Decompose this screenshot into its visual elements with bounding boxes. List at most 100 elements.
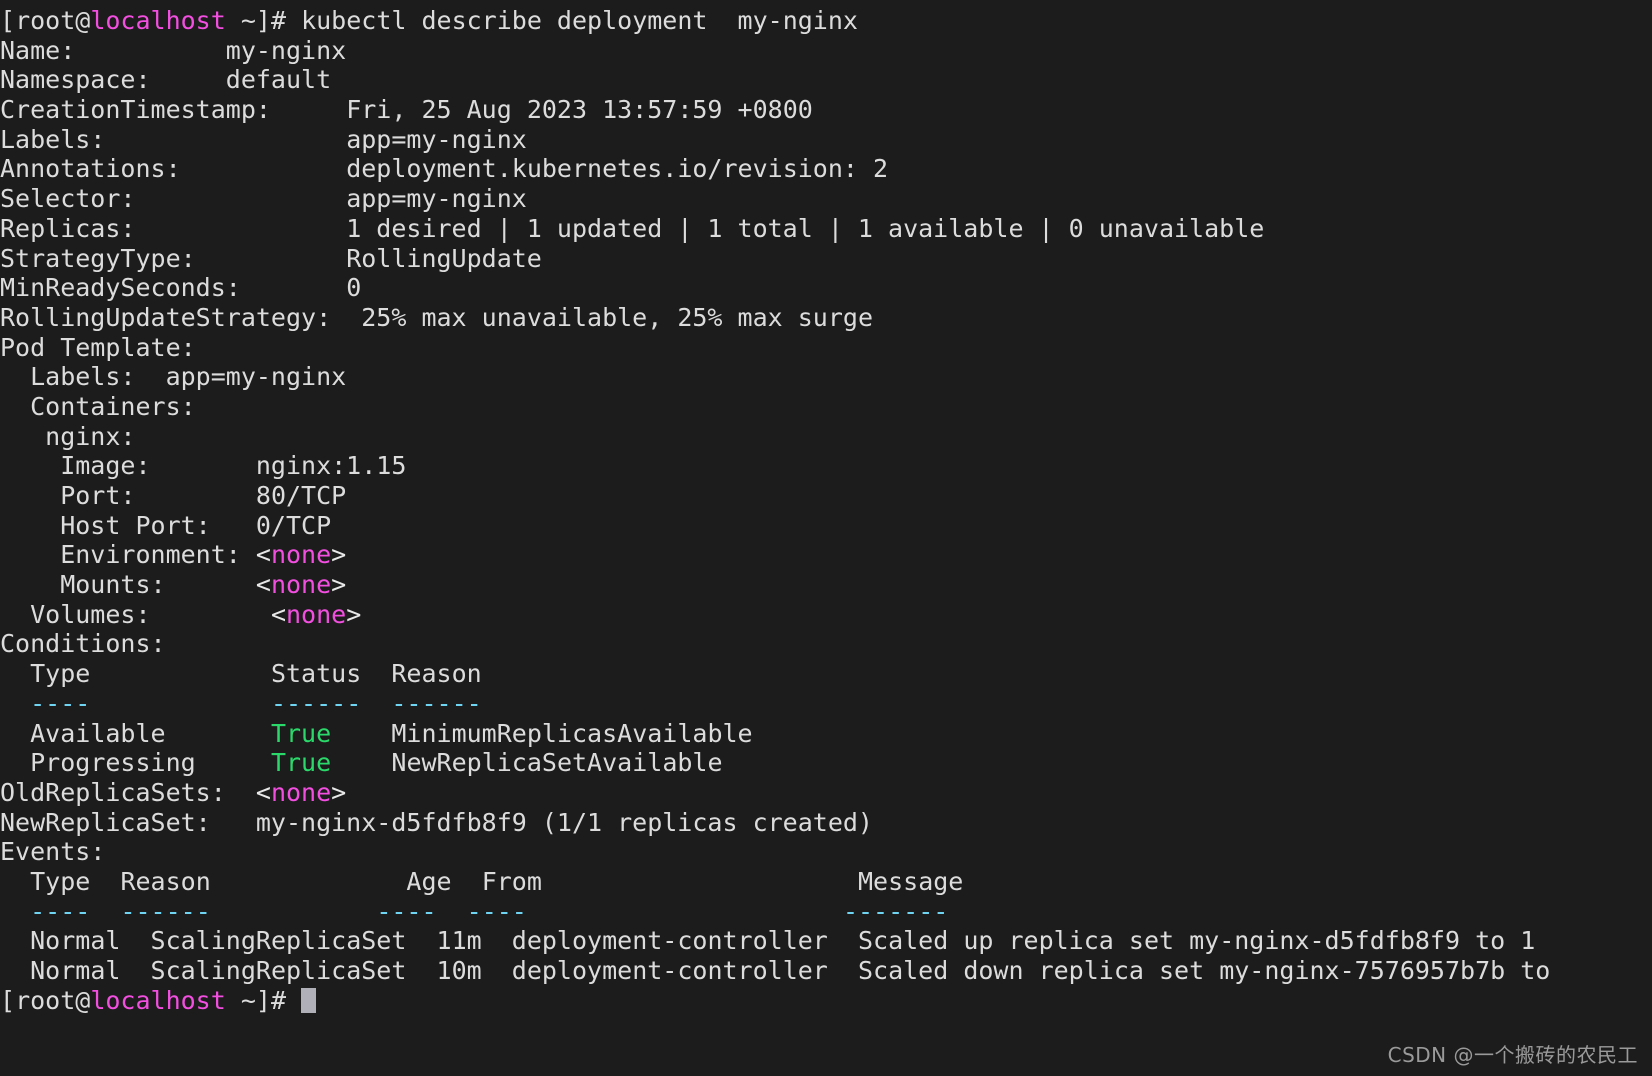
conditions-table-row: Progressing True NewReplicaSetAvailable xyxy=(0,748,1652,778)
condition-reason: MinimumReplicasAvailable xyxy=(391,718,753,748)
conditions-col-status: Status xyxy=(270,659,362,689)
pad xyxy=(75,36,226,65)
csdn-watermark: CSDN @一个搬砖的农民工 xyxy=(1387,1043,1638,1067)
pad xyxy=(226,778,256,807)
pad xyxy=(90,689,271,718)
output-line-labels: Labels: app=my-nginx xyxy=(0,125,1652,155)
field-value-name: my-nginx xyxy=(225,35,347,65)
output-line-selector: Selector: app=my-nginx xyxy=(0,184,1652,214)
field-value-selector: app=my-nginx xyxy=(346,184,527,214)
event-from: deployment-controller xyxy=(511,926,828,956)
container-name-nginx: nginx: xyxy=(0,421,136,451)
pad xyxy=(90,867,120,896)
prompt-host: localhost xyxy=(90,6,226,35)
pad xyxy=(105,125,346,154)
field-value-labels: app=my-nginx xyxy=(346,124,527,154)
field-key-creationtimestamp: CreationTimestamp: xyxy=(0,95,271,125)
output-line-mounts: Mounts: <none> xyxy=(0,570,1652,600)
pad xyxy=(151,65,226,94)
pad xyxy=(181,154,347,183)
pad xyxy=(0,897,30,926)
command-line: [root@localhost ~]# kubectl describe dep… xyxy=(0,6,1652,36)
pad xyxy=(120,956,150,985)
output-line-creationtimestamp: CreationTimestamp: Fri, 25 Aug 2023 13:5… xyxy=(0,95,1652,125)
section-header-pod-template: Pod Template: xyxy=(0,332,196,362)
angle-open-icon: < xyxy=(255,540,271,570)
prompt-path: ~]# xyxy=(225,985,302,1015)
condition-status: True xyxy=(270,718,332,748)
angle-open-icon: < xyxy=(270,599,286,629)
prompt-bracket: [ xyxy=(0,6,16,35)
field-value-rollingupdatestrategy: 25% max unavailable, 25% max surge xyxy=(361,302,873,332)
field-key-mounts: Mounts: xyxy=(0,570,166,600)
pad xyxy=(0,926,30,955)
output-line-name: Name: my-nginx xyxy=(0,36,1652,66)
field-value-image: nginx:1.15 xyxy=(255,451,407,481)
output-line-pod-template: Pod Template: xyxy=(0,333,1652,363)
pad xyxy=(241,273,346,302)
field-value-creationtimestamp: Fri, 25 Aug 2023 13:57:59 +0800 xyxy=(346,95,813,125)
output-line-events: Events: xyxy=(0,837,1652,867)
events-table-row: Normal ScalingReplicaSet 10m deployment-… xyxy=(0,956,1652,986)
section-header-containers: Containers: xyxy=(0,391,196,421)
field-value-minreadyseconds: 0 xyxy=(346,273,362,303)
pad xyxy=(0,719,30,748)
rule-message: ------- xyxy=(842,896,949,926)
angle-close-icon: > xyxy=(331,570,347,600)
pad xyxy=(361,659,391,688)
prompt-bracket: [ xyxy=(0,985,16,1015)
angle-open-icon: < xyxy=(255,777,271,807)
field-key-namespace: Namespace: xyxy=(0,65,151,95)
field-key-image: Image: xyxy=(0,451,151,481)
field-key-strategytype: StrategyType: xyxy=(0,243,196,273)
field-key-volumes: Volumes: xyxy=(0,599,151,629)
field-key-minreadyseconds: MinReadySeconds: xyxy=(0,273,241,303)
prompt-host: localhost xyxy=(90,985,226,1015)
pad xyxy=(452,867,482,896)
events-col-reason: Reason xyxy=(120,866,211,896)
angle-close-icon: > xyxy=(331,777,347,807)
event-reason: ScalingReplicaSet xyxy=(150,956,407,985)
pad xyxy=(828,926,858,955)
rule-age: ---- xyxy=(376,896,437,926)
pad xyxy=(828,956,858,985)
output-line-environment: Environment: <none> xyxy=(0,540,1652,570)
pad xyxy=(542,867,858,896)
rule-from: ---- xyxy=(466,896,527,926)
pad xyxy=(241,540,256,569)
pad xyxy=(90,897,120,926)
pad xyxy=(482,926,512,955)
prompt-user: root@ xyxy=(15,6,91,35)
events-col-age: Age xyxy=(406,866,452,896)
condition-type: Progressing xyxy=(30,748,196,778)
output-line-rollingupdatestrategy: RollingUpdateStrategy: 25% max unavailab… xyxy=(0,303,1652,333)
pad xyxy=(331,719,391,748)
field-key-annotations: Annotations: xyxy=(0,154,181,184)
pad xyxy=(0,867,30,896)
event-reason: ScalingReplicaSet xyxy=(150,926,407,956)
field-value-mounts: none xyxy=(270,570,332,600)
text-cursor[interactable] xyxy=(301,987,317,1013)
trailing-prompt-line[interactable]: [root@localhost ~]# xyxy=(0,986,1652,1016)
event-age: 10m xyxy=(436,956,482,985)
output-line-replicas: Replicas: 1 desired | 1 updated | 1 tota… xyxy=(0,214,1652,244)
field-key-labels: Labels: xyxy=(0,124,106,154)
field-value-strategytype: RollingUpdate xyxy=(346,243,542,273)
output-line-strategytype: StrategyType: RollingUpdate xyxy=(0,244,1652,274)
field-key-pod-labels: Labels: xyxy=(0,362,166,392)
pad xyxy=(361,689,391,718)
field-value-host-port: 0/TCP xyxy=(255,510,332,540)
field-value-pod-labels: app=my-nginx xyxy=(165,362,347,392)
field-key-environment: Environment: xyxy=(0,540,241,570)
terminal-window[interactable]: [root@localhost ~]# kubectl describe dep… xyxy=(0,0,1652,1076)
pad xyxy=(211,511,256,540)
typed-command: kubectl describe deployment my-nginx xyxy=(301,6,858,35)
field-value-oldreplicasets: none xyxy=(270,777,332,807)
events-col-from: From xyxy=(481,866,542,896)
pad xyxy=(331,748,391,777)
rule-reason: ------ xyxy=(120,896,211,926)
rule-status: ------ xyxy=(270,688,362,718)
events-col-type: Type xyxy=(30,866,91,896)
output-line-annotations: Annotations: deployment.kubernetes.io/re… xyxy=(0,154,1652,184)
events-col-message: Message xyxy=(857,866,964,896)
